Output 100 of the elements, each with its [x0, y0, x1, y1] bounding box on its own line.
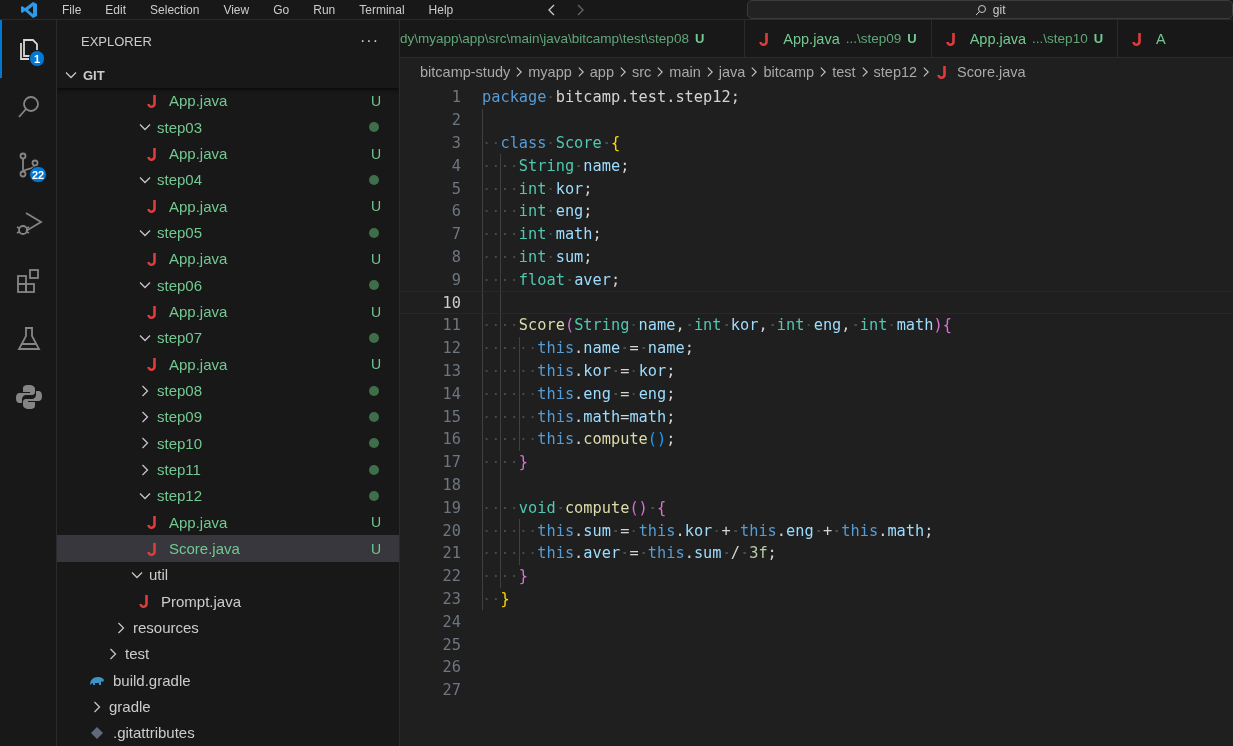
line-number: 20 — [441, 521, 461, 540]
menu-item[interactable]: Help — [416, 2, 466, 17]
count-badge: 1 — [29, 50, 45, 67]
tree-item[interactable]: step07 — [57, 324, 399, 352]
breadcrumb[interactable]: src — [632, 64, 652, 80]
line-number: 26 — [441, 658, 461, 677]
tree-item[interactable]: step06 — [57, 272, 399, 299]
file-name: step12 — [157, 487, 204, 505]
status-letter: U — [370, 250, 381, 267]
line-number: 25 — [441, 635, 461, 654]
file-name: App.java — [169, 92, 229, 110]
tree-item[interactable]: App.java U — [57, 87, 399, 115]
code-line: void compute() { — [482, 498, 667, 517]
line-number: 1 — [450, 88, 461, 107]
file-name: Prompt.java — [161, 592, 243, 610]
line-number: 19 — [441, 498, 461, 517]
app-logo-icon[interactable] — [20, 0, 38, 19]
line-number: 13 — [441, 361, 461, 380]
menu-item[interactable]: Terminal — [347, 2, 417, 17]
tab-path: dy\myapp\app\src\main\java\bitcamp\test\step08 — [400, 31, 689, 46]
file-name: build.gradle — [113, 671, 192, 689]
count-badge: 22 — [29, 166, 48, 183]
code-line: float aver; — [482, 270, 621, 289]
file-name: step04 — [157, 171, 204, 189]
code-line: class Score { — [482, 134, 621, 152]
tree-item[interactable]: step05 — [57, 219, 399, 246]
menu-item[interactable]: View — [211, 2, 262, 17]
status-letter: U — [907, 31, 917, 46]
menu-item[interactable]: File — [50, 2, 94, 17]
tree-item[interactable]: step12 — [57, 482, 399, 510]
menu-item[interactable]: Edit — [93, 2, 139, 17]
file-name: App.java — [169, 513, 229, 531]
tree-item[interactable]: Prompt.java — [57, 588, 399, 615]
tree-item[interactable]: step04 — [57, 166, 399, 194]
line-number: 23 — [441, 589, 461, 608]
code-line: this.compute(); — [482, 430, 676, 449]
breadcrumb[interactable]: main — [669, 64, 701, 80]
status-letter: U — [1093, 31, 1104, 46]
code-line: } — [482, 589, 510, 608]
section-header[interactable]: GIT — [57, 62, 399, 88]
tree-item[interactable]: step10 — [57, 430, 399, 457]
breadcrumb[interactable]: java — [718, 64, 746, 80]
tree-item[interactable]: App.java U — [57, 245, 399, 273]
line-number: 8 — [450, 247, 461, 266]
line-number: 9 — [450, 270, 461, 289]
extensions-icon — [17, 269, 39, 293]
flask-icon — [17, 327, 41, 350]
menu-item[interactable]: Run — [301, 2, 348, 17]
tree-item[interactable]: App.java U — [57, 351, 399, 378]
more-actions-button[interactable]: ··· — [360, 32, 379, 51]
file-name: test — [125, 645, 151, 663]
breadcrumb[interactable]: bitcamp — [763, 64, 815, 80]
line-number: 14 — [441, 384, 461, 403]
file-name: util — [149, 566, 170, 584]
tab-label: App.java — [783, 30, 840, 47]
editor-tab[interactable]: dy\myapp\app\src\main\java\bitcamp\test\step08 U — [400, 20, 746, 57]
breadcrumb[interactable]: test — [832, 64, 856, 80]
tab-label: App.java — [969, 30, 1027, 47]
menu-item[interactable]: Selection — [138, 2, 212, 17]
tree-item[interactable]: resources — [57, 614, 399, 641]
status-letter: U — [694, 31, 705, 46]
file-name: gradle — [109, 698, 152, 716]
breadcrumb[interactable]: app — [589, 64, 614, 80]
command-search-field[interactable]: git — [747, 0, 1233, 19]
file-name: step05 — [157, 224, 204, 242]
tree-item[interactable]: .gitattributes — [57, 719, 399, 746]
tree-item[interactable]: test — [57, 640, 399, 668]
code-line: } — [482, 567, 529, 586]
tree-item[interactable]: step08 — [57, 377, 399, 404]
breadcrumb[interactable]: myapp — [528, 64, 572, 80]
status-letter: U — [370, 356, 381, 373]
line-number: 5 — [450, 179, 461, 198]
code-line: int kor; — [482, 179, 593, 198]
tree-item[interactable]: App.java U — [57, 193, 399, 220]
tree-item[interactable]: gradle — [57, 693, 399, 720]
tree-item[interactable]: App.java U — [57, 140, 399, 167]
breadcrumb[interactable]: bitcamp-study — [420, 64, 511, 80]
run-debug-icon — [16, 212, 43, 235]
tree-item[interactable]: App.java U — [57, 298, 399, 325]
tree-item[interactable]: step03 — [57, 114, 399, 141]
tab-label: A — [1156, 30, 1166, 47]
status-letter: U — [370, 93, 381, 109]
file-name: Score.java — [169, 540, 241, 558]
line-number: 22 — [441, 567, 461, 586]
tree-item[interactable]: build.gradle — [57, 667, 399, 694]
breadcrumb[interactable]: step12 — [873, 64, 918, 80]
tab-path: ...\step10 — [1032, 31, 1088, 46]
file-name: step08 — [157, 382, 204, 400]
snakes-logo-icon — [16, 385, 42, 409]
activity-button[interactable]: 22 — [0, 136, 56, 194]
tree-item[interactable]: Score.java U — [57, 535, 399, 562]
menu-item[interactable]: Go — [261, 2, 302, 17]
line-number: 18 — [441, 475, 461, 494]
tree-item[interactable]: App.java U — [57, 509, 399, 536]
line-number: 15 — [441, 407, 461, 426]
tree-item[interactable]: step09 — [57, 403, 399, 431]
tree-item[interactable]: util — [57, 561, 399, 589]
tree-item[interactable]: step11 — [57, 456, 399, 483]
code-line: this.sum = this.kor + this.eng + this.math; — [482, 521, 934, 540]
breadcrumb[interactable]: Score.java — [957, 64, 1026, 80]
